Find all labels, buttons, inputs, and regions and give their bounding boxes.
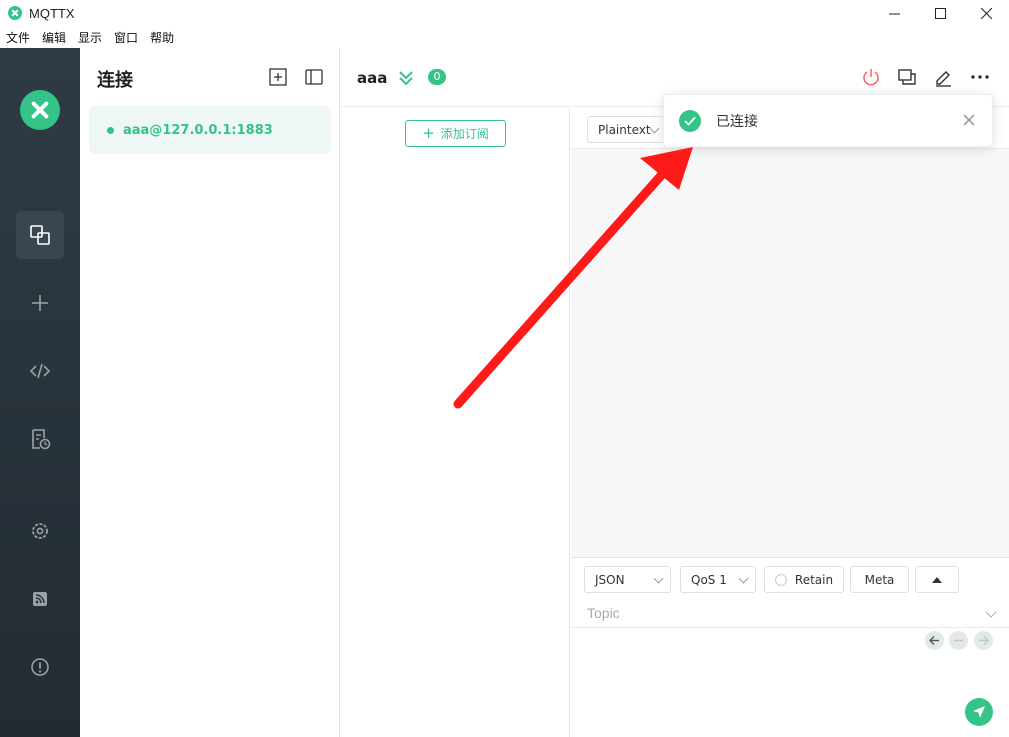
collapse-chevrons-icon[interactable] xyxy=(398,69,414,87)
qos-value: QoS 1 xyxy=(691,572,727,587)
rail-about-button[interactable] xyxy=(16,643,64,691)
connections-icon xyxy=(30,225,50,245)
windows-icon xyxy=(898,69,916,85)
success-check-icon xyxy=(679,109,701,132)
mqttx-logo-icon xyxy=(20,90,60,130)
minus-icon xyxy=(954,639,963,642)
menu-bar: 文件 编辑 显示 窗口 帮助 xyxy=(0,26,1009,48)
log-icon xyxy=(32,429,51,450)
toast-close-icon[interactable] xyxy=(962,113,976,127)
sidebar-icon xyxy=(305,69,323,85)
add-subscription-button[interactable]: + 添加订阅 xyxy=(405,120,506,147)
close-icon xyxy=(980,7,992,19)
rail-new-connection-button[interactable] xyxy=(16,279,64,327)
message-format-value: Plaintext xyxy=(598,122,651,137)
message-format-select[interactable]: Plaintext xyxy=(587,116,667,143)
retain-label: Retain xyxy=(794,572,834,587)
history-back-button[interactable] xyxy=(925,631,944,650)
menu-edit[interactable]: 编辑 xyxy=(42,29,66,46)
window-title: MQTTX xyxy=(29,5,75,21)
connection-name: aaa@127.0.0.1:1883 xyxy=(123,122,273,138)
connection-status-dot xyxy=(107,126,114,134)
toggle-sidebar-button[interactable] xyxy=(304,67,324,87)
meta-label: Meta xyxy=(864,572,895,587)
connections-title: 连接 xyxy=(97,70,133,91)
menu-help[interactable]: 帮助 xyxy=(150,29,174,46)
edit-icon xyxy=(936,71,951,87)
toast-message: 已连接 xyxy=(716,113,758,130)
menu-window[interactable]: 窗口 xyxy=(114,29,138,46)
arrow-right-icon xyxy=(979,636,989,645)
settings-icon xyxy=(32,523,48,539)
menu-view[interactable]: 显示 xyxy=(78,29,102,46)
chevron-down-icon xyxy=(653,573,664,584)
app-logo-icon xyxy=(8,6,22,20)
history-forward-button[interactable] xyxy=(974,631,993,650)
menu-file[interactable]: 文件 xyxy=(6,29,30,46)
chevron-down-icon xyxy=(649,123,660,134)
rail-script-button[interactable] xyxy=(16,347,64,395)
chevron-down-icon xyxy=(738,573,749,584)
retain-radio xyxy=(774,573,787,586)
expand-button[interactable] xyxy=(915,566,959,593)
connection-item[interactable]: aaa@127.0.0.1:1883 xyxy=(89,106,331,154)
plus-icon: + xyxy=(422,124,435,142)
payload-format-value: JSON xyxy=(595,572,625,587)
history-clear-button[interactable] xyxy=(949,631,968,650)
more-icon xyxy=(971,75,989,79)
qos-select[interactable]: QoS 1 xyxy=(680,566,756,593)
arrow-left-icon xyxy=(929,636,939,645)
send-button[interactable] xyxy=(965,698,993,726)
messages-area: Plaintext xyxy=(571,108,1009,557)
meta-button[interactable]: Meta xyxy=(850,566,909,593)
edit-connection-button[interactable] xyxy=(932,66,954,88)
title-bar: MQTTX xyxy=(0,0,1009,26)
connected-toast: 已连接 xyxy=(663,94,993,147)
power-icon xyxy=(863,69,879,86)
new-window-button[interactable] xyxy=(896,66,918,88)
minimize-button[interactable] xyxy=(871,0,917,26)
disconnect-button[interactable] xyxy=(860,66,882,88)
rail-connections-button[interactable] xyxy=(16,211,64,259)
close-button[interactable] xyxy=(963,0,1009,26)
add-square-icon xyxy=(269,68,287,86)
message-count-badge: 0 xyxy=(428,69,446,85)
connections-panel: 连接 aaa@127.0.0.1:1883 xyxy=(80,48,340,737)
minimize-icon xyxy=(888,13,900,14)
feed-icon xyxy=(33,592,47,606)
retain-toggle[interactable]: Retain xyxy=(764,566,844,593)
window-controls xyxy=(871,0,1009,26)
add-icon xyxy=(32,295,48,311)
payload-format-select[interactable]: JSON xyxy=(584,566,671,593)
left-rail xyxy=(0,48,80,737)
rail-feed-button[interactable] xyxy=(16,575,64,623)
more-options-button[interactable] xyxy=(969,66,991,88)
triangle-up-icon xyxy=(932,576,942,583)
connection-title: aaa xyxy=(357,69,388,87)
maximize-button[interactable] xyxy=(917,0,963,26)
topic-input[interactable] xyxy=(571,598,1009,628)
about-icon xyxy=(31,658,49,676)
add-subscription-label: 添加订阅 xyxy=(440,127,489,141)
mqttx-window: MQTTX 文件 编辑 显示 窗口 帮助 连接 aaa@127.0.0.1:18… xyxy=(0,0,1009,737)
new-connection-button[interactable] xyxy=(268,67,288,87)
subscriptions-column: + 添加订阅 xyxy=(341,108,570,737)
rail-log-button[interactable] xyxy=(16,415,64,463)
publish-area: JSON QoS 1 Retain Meta xyxy=(571,557,1009,737)
maximize-icon xyxy=(934,7,946,19)
script-icon xyxy=(29,363,51,379)
rail-settings-button[interactable] xyxy=(16,507,64,555)
send-icon xyxy=(973,706,985,718)
